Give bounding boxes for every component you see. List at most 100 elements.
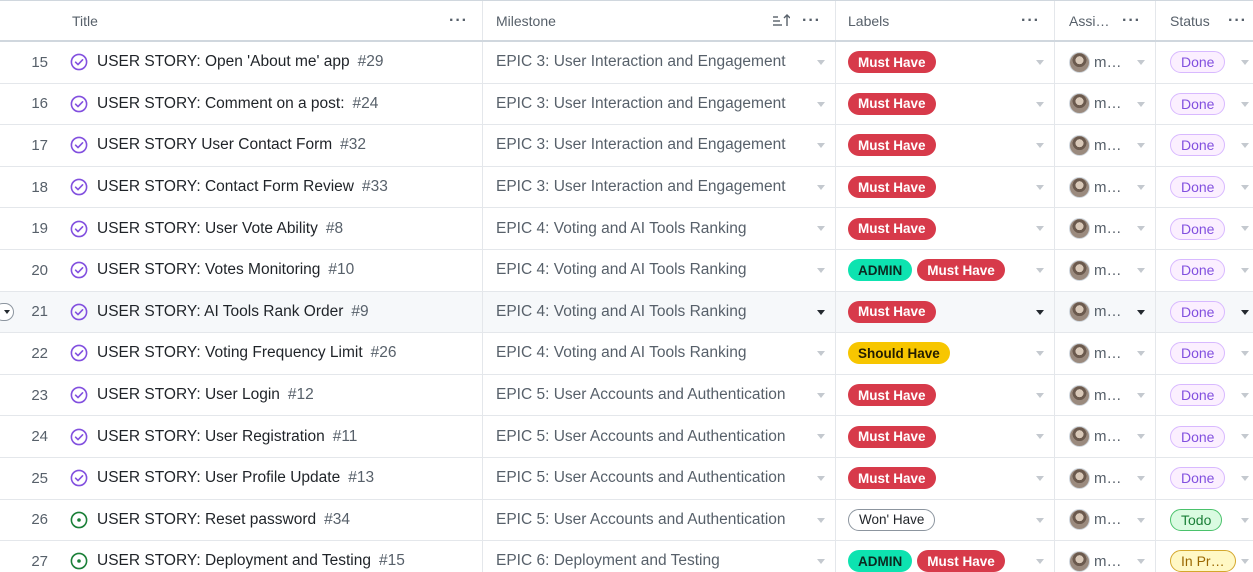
status-dropdown-icon[interactable] (1241, 309, 1249, 315)
milestone-dropdown-icon[interactable] (817, 184, 825, 190)
labels-cell[interactable]: Must Have (836, 208, 1055, 249)
status-cell[interactable]: Done (1156, 292, 1253, 333)
issue-title-link[interactable]: USER STORY: Comment on a post: (97, 95, 345, 113)
status-cell[interactable]: Done (1156, 84, 1253, 125)
issue-title-link[interactable]: USER STORY: Open 'About me' app (97, 53, 350, 71)
assignees-cell[interactable]: m… (1055, 333, 1156, 374)
labels-cell[interactable]: Should Have (836, 333, 1055, 374)
status-dropdown-icon[interactable] (1241, 434, 1249, 440)
issue-title-link[interactable]: USER STORY: Deployment and Testing (97, 552, 371, 570)
assignees-cell[interactable]: m… (1055, 166, 1156, 208)
table-row[interactable]: 26 USER STORY: Reset password #34 EPIC 5: U… (0, 499, 1253, 542)
status-dropdown-icon[interactable] (1241, 559, 1249, 565)
labels-dropdown-icon[interactable] (1036, 434, 1044, 440)
milestone-cell[interactable]: EPIC 5: User Accounts and Authentication (483, 374, 836, 416)
assignees-dropdown-icon[interactable] (1137, 351, 1145, 357)
assignees-dropdown-icon[interactable] (1137, 309, 1145, 315)
column-header-labels[interactable]: Labels ··· (836, 1, 1055, 40)
title-cell[interactable]: USER STORY: Deployment and Testing #15 (62, 541, 483, 572)
assignees-cell[interactable]: m… (1055, 83, 1156, 125)
labels-dropdown-icon[interactable] (1036, 309, 1044, 315)
title-cell[interactable]: USER STORY: User Registration #11 (62, 416, 483, 457)
milestone-cell[interactable]: EPIC 3: User Interaction and Engagement (483, 42, 836, 83)
title-cell[interactable]: USER STORY: Open 'About me' app #29 (62, 42, 483, 83)
status-dropdown-icon[interactable] (1241, 226, 1249, 232)
issue-title-link[interactable]: USER STORY: User Login (97, 386, 280, 404)
table-row[interactable]: 27 USER STORY: Deployment and Testing #15 E… (0, 541, 1253, 572)
title-cell[interactable]: USER STORY: Votes Monitoring #10 (62, 249, 483, 291)
milestone-cell[interactable]: EPIC 3: User Interaction and Engagement (483, 83, 836, 125)
milestone-dropdown-icon[interactable] (817, 143, 825, 149)
milestone-cell[interactable]: EPIC 5: User Accounts and Authentication (483, 499, 836, 541)
column-milestone-more-icon[interactable]: ··· (802, 12, 821, 29)
status-dropdown-icon[interactable] (1241, 351, 1249, 357)
title-cell[interactable]: USER STORY: Contact Form Review #33 (62, 166, 483, 208)
assignees-dropdown-icon[interactable] (1137, 434, 1145, 440)
labels-cell[interactable]: Must Have (836, 83, 1055, 125)
assignees-dropdown-icon[interactable] (1137, 392, 1145, 398)
status-cell[interactable]: Done (1156, 333, 1253, 374)
column-assignees-more-icon[interactable]: ··· (1122, 12, 1141, 29)
assignees-dropdown-icon[interactable] (1137, 517, 1145, 523)
assignees-cell[interactable]: m… (1055, 125, 1156, 166)
assignees-dropdown-icon[interactable] (1137, 559, 1145, 565)
table-row[interactable]: 23 USER STORY: User Login #12 EPIC 5: User … (0, 374, 1253, 417)
table-row[interactable]: 22 USER STORY: Voting Frequency Limit #26 E… (0, 333, 1253, 375)
labels-dropdown-icon[interactable] (1036, 351, 1044, 357)
issue-title-link[interactable]: USER STORY: Votes Monitoring (97, 261, 320, 279)
issue-title-link[interactable]: USER STORY: AI Tools Rank Order (97, 303, 343, 321)
issue-title-link[interactable]: USER STORY: Reset password (97, 511, 316, 529)
table-row[interactable]: 17 USER STORY User Contact Form #32 EPIC 3:… (0, 125, 1253, 167)
labels-dropdown-icon[interactable] (1036, 143, 1044, 149)
column-header-assignees[interactable]: Assi… ··· (1055, 1, 1156, 40)
status-cell[interactable]: Done (1156, 416, 1253, 457)
issue-title-link[interactable]: USER STORY User Contact Form (97, 136, 332, 154)
status-dropdown-icon[interactable] (1241, 475, 1249, 481)
status-cell[interactable]: Done (1156, 125, 1253, 166)
issue-title-link[interactable]: USER STORY: Voting Frequency Limit (97, 344, 363, 362)
assignees-cell[interactable]: m… (1055, 499, 1156, 541)
milestone-dropdown-icon[interactable] (817, 351, 825, 357)
labels-cell[interactable]: Must Have (836, 42, 1055, 83)
milestone-dropdown-icon[interactable] (817, 226, 825, 232)
milestone-dropdown-icon[interactable] (817, 101, 825, 107)
status-dropdown-icon[interactable] (1241, 392, 1249, 398)
column-header-milestone[interactable]: Milestone ··· (483, 1, 836, 40)
milestone-cell[interactable]: EPIC 4: Voting and AI Tools Ranking (483, 249, 836, 291)
table-row[interactable]: 19 USER STORY: User Vote Ability #8 EPIC 4:… (0, 208, 1253, 250)
title-cell[interactable]: USER STORY User Contact Form #32 (62, 125, 483, 166)
status-cell[interactable]: In Pr… (1156, 541, 1253, 572)
table-row[interactable]: 18 USER STORY: Contact Form Review #33 EPIC… (0, 166, 1253, 209)
title-cell[interactable]: USER STORY: AI Tools Rank Order #9 (62, 291, 483, 333)
status-cell[interactable]: Done (1156, 208, 1253, 249)
milestone-cell[interactable]: EPIC 3: User Interaction and Engagement (483, 125, 836, 166)
labels-dropdown-icon[interactable] (1036, 60, 1044, 65)
labels-cell[interactable]: Must Have (836, 125, 1055, 166)
table-row[interactable]: 25 USER STORY: User Profile Update #13 EPIC… (0, 457, 1253, 500)
milestone-dropdown-icon[interactable] (817, 309, 825, 315)
title-cell[interactable]: USER STORY: User Profile Update #13 (62, 457, 483, 499)
assignees-cell[interactable]: m… (1055, 374, 1156, 416)
labels-cell[interactable]: Must Have (836, 457, 1055, 499)
milestone-cell[interactable]: EPIC 3: User Interaction and Engagement (483, 166, 836, 208)
labels-cell[interactable]: Must Have (836, 166, 1055, 208)
milestone-cell[interactable]: EPIC 4: Voting and AI Tools Ranking (483, 291, 836, 333)
table-row[interactable]: 24 USER STORY: User Registration #11 EPIC 5… (0, 416, 1253, 458)
milestone-cell[interactable]: EPIC 5: User Accounts and Authentication (483, 416, 836, 457)
column-labels-more-icon[interactable]: ··· (1021, 12, 1040, 29)
title-cell[interactable]: USER STORY: Reset password #34 (62, 499, 483, 541)
labels-cell[interactable]: Must Have (836, 416, 1055, 457)
table-row[interactable]: 20 USER STORY: Votes Monitoring #10 EPIC 4:… (0, 249, 1253, 292)
labels-dropdown-icon[interactable] (1036, 184, 1044, 190)
labels-dropdown-icon[interactable] (1036, 559, 1044, 565)
title-cell[interactable]: USER STORY: Voting Frequency Limit #26 (62, 333, 483, 374)
status-dropdown-icon[interactable] (1241, 143, 1249, 149)
status-cell[interactable]: Done (1156, 375, 1253, 416)
row-expand-chevron-icon[interactable] (0, 302, 14, 321)
milestone-cell[interactable]: EPIC 4: Voting and AI Tools Ranking (483, 208, 836, 249)
issue-title-link[interactable]: USER STORY: User Registration (97, 428, 325, 446)
assignees-cell[interactable]: m… (1055, 541, 1156, 572)
table-row[interactable]: 21 USER STORY: AI Tools Rank Order #9 EPIC … (0, 291, 1253, 334)
assignees-cell[interactable]: m… (1055, 208, 1156, 249)
assignees-cell[interactable]: m… (1055, 249, 1156, 291)
